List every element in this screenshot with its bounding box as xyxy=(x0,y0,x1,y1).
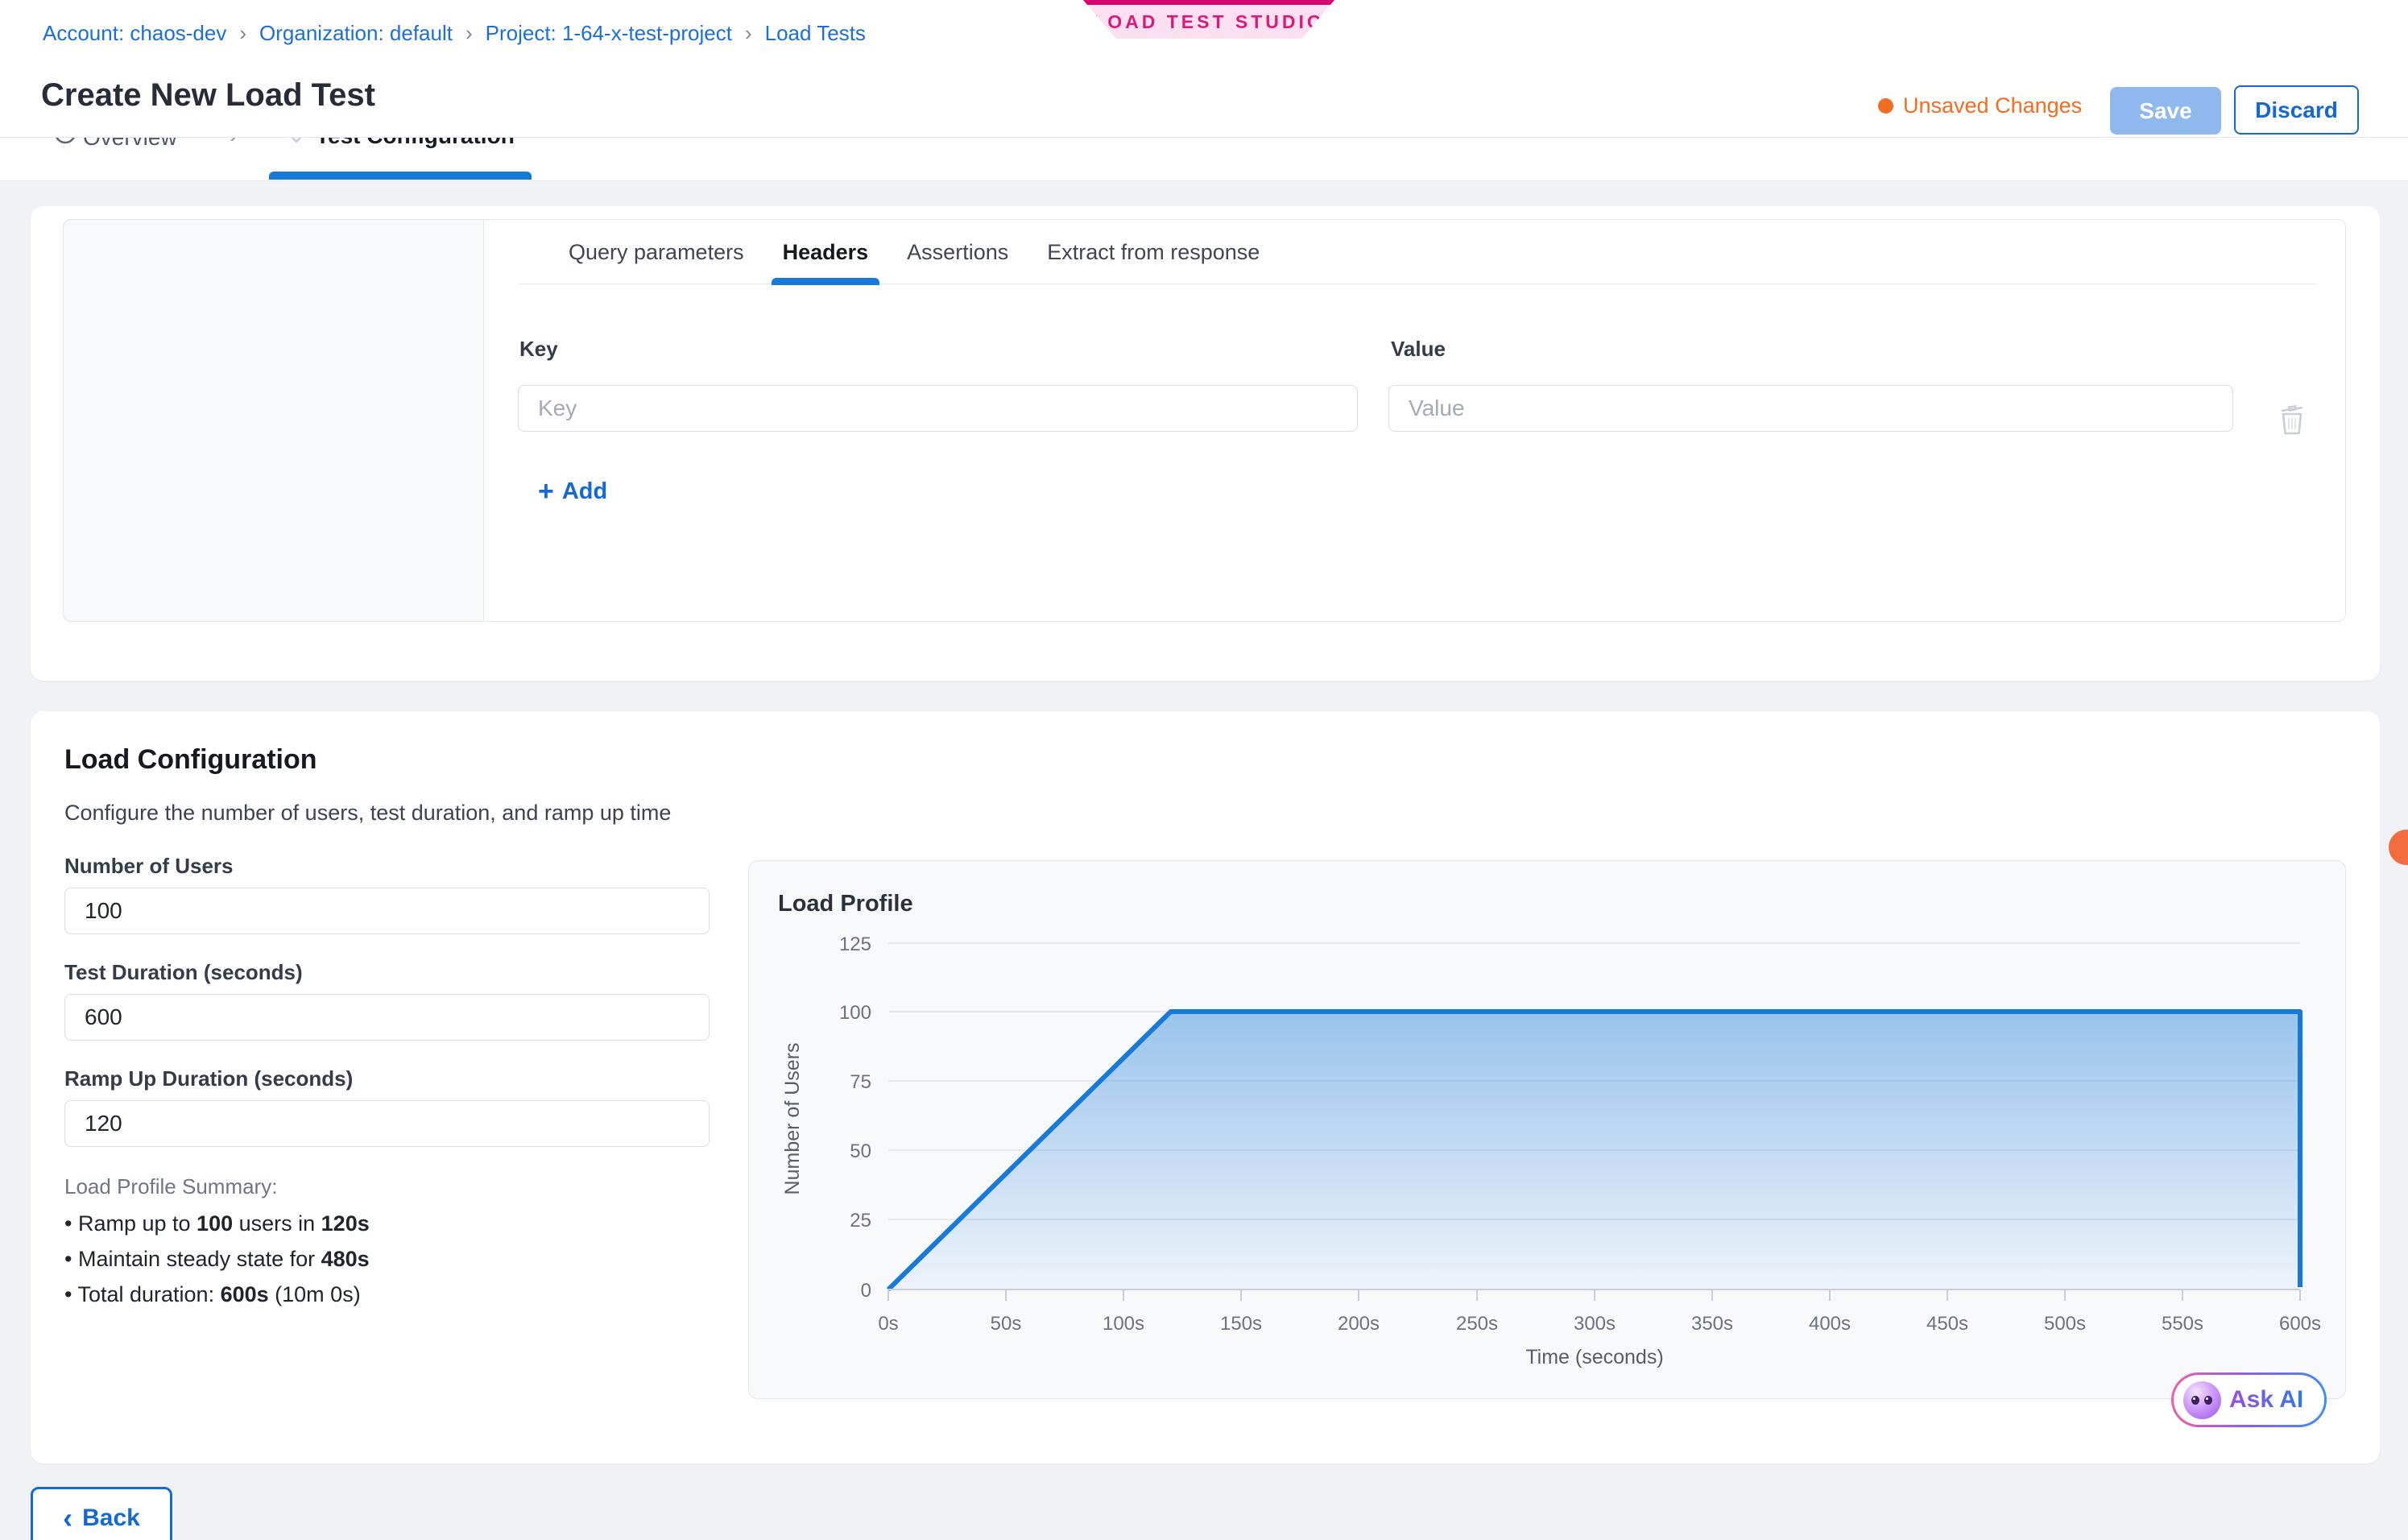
page-title: Create New Load Test xyxy=(41,77,375,114)
tab-query-parameters[interactable]: Query parameters xyxy=(557,220,755,284)
tab-assertions[interactable]: Assertions xyxy=(896,220,1020,284)
summary-bullet-ramp: • Ramp up to 100 users in 120s xyxy=(64,1211,370,1236)
load-test-studio-badge: LOAD TEST STUDIO xyxy=(1083,0,1334,39)
svg-text:25: 25 xyxy=(850,1210,871,1232)
delete-row-button[interactable] xyxy=(2276,401,2308,441)
header-key-input[interactable] xyxy=(518,385,1358,432)
request-list-sidebar[interactable] xyxy=(63,219,484,622)
svg-text:350s: 350s xyxy=(1691,1313,1733,1335)
load-profile-chart: Load Profile xyxy=(749,861,2347,1400)
ask-ai-button[interactable]: Ask AI xyxy=(2171,1372,2327,1427)
breadcrumb-project[interactable]: Project: 1-64-x-test-project xyxy=(486,21,732,46)
ask-ai-label: Ask AI xyxy=(2229,1386,2303,1414)
request-tabs: Query parameters Headers Assertions Extr… xyxy=(557,220,1271,284)
breadcrumb-organization[interactable]: Organization: default xyxy=(259,21,453,46)
ramp-up-duration-label: Ramp Up Duration (seconds) xyxy=(64,1066,353,1091)
svg-text:0s: 0s xyxy=(878,1313,898,1335)
x-axis-ticks xyxy=(888,1290,2300,1301)
key-column-label: Key xyxy=(519,337,558,362)
load-profile-summary-title: Load Profile Summary: xyxy=(64,1174,277,1199)
load-configuration-title: Load Configuration xyxy=(64,744,317,776)
y-axis-labels: 0 25 50 75 100 125 xyxy=(839,934,871,1302)
unsaved-dot-icon xyxy=(1878,98,1893,114)
badge-label: LOAD TEST STUDIO xyxy=(1093,11,1325,33)
tab-headers[interactable]: Headers xyxy=(772,220,880,284)
ai-mascot-icon xyxy=(2183,1381,2221,1419)
svg-text:600s: 600s xyxy=(2279,1313,2321,1335)
back-button[interactable]: ‹ Back xyxy=(31,1487,172,1540)
load-profile-chart-panel: Load Profile xyxy=(748,860,2346,1399)
svg-text:450s: 450s xyxy=(1926,1313,1968,1335)
edge-notification-dot[interactable] xyxy=(2389,830,2408,865)
svg-text:0: 0 xyxy=(861,1280,871,1302)
svg-text:250s: 250s xyxy=(1456,1313,1498,1335)
svg-text:75: 75 xyxy=(850,1071,871,1093)
chart-title: Load Profile xyxy=(778,891,913,917)
tab-extract-from-response[interactable]: Extract from response xyxy=(1036,220,1271,284)
page-header: Account: chaos-dev › Organization: defau… xyxy=(0,0,2408,138)
number-of-users-input[interactable] xyxy=(64,888,710,934)
unsaved-label: Unsaved Changes xyxy=(1903,93,2082,118)
header-value-input[interactable] xyxy=(1388,385,2233,432)
add-header-row-button[interactable]: + Add xyxy=(538,478,607,505)
discard-button[interactable]: Discard xyxy=(2234,85,2359,135)
svg-text:100: 100 xyxy=(839,1002,871,1024)
add-label: Add xyxy=(562,478,607,505)
unsaved-changes-status: Unsaved Changes xyxy=(1878,93,2082,118)
svg-text:550s: 550s xyxy=(2162,1313,2203,1335)
svg-text:50: 50 xyxy=(850,1141,871,1162)
svg-text:50s: 50s xyxy=(991,1313,1022,1335)
test-duration-input[interactable] xyxy=(64,994,710,1041)
active-tab-underline xyxy=(269,172,532,180)
test-duration-label: Test Duration (seconds) xyxy=(64,960,303,985)
svg-text:500s: 500s xyxy=(2044,1313,2086,1335)
breadcrumb-separator-icon: › xyxy=(465,21,473,46)
value-column-label: Value xyxy=(1391,337,1446,362)
number-of-users-label: Number of Users xyxy=(64,854,234,879)
svg-text:100s: 100s xyxy=(1103,1313,1144,1335)
plus-icon: + xyxy=(538,480,554,503)
breadcrumb: Account: chaos-dev › Organization: defau… xyxy=(43,21,866,46)
svg-text:125: 125 xyxy=(839,934,871,955)
back-chevron-icon: ‹ xyxy=(63,1506,72,1530)
save-button[interactable]: Save xyxy=(2110,87,2221,135)
breadcrumb-account[interactable]: Account: chaos-dev xyxy=(43,21,226,46)
ramp-up-duration-input[interactable] xyxy=(64,1100,710,1147)
x-axis-labels: 0s 50s 100s 150s 200s 250s 300s 350s 400… xyxy=(878,1313,2321,1335)
back-label: Back xyxy=(82,1505,140,1532)
svg-text:300s: 300s xyxy=(1574,1313,1616,1335)
app-window: Overview › Test Configuration Account: c… xyxy=(0,0,2408,1540)
summary-bullet-steady: • Maintain steady state for 480s xyxy=(64,1247,370,1272)
svg-text:400s: 400s xyxy=(1809,1313,1851,1335)
x-axis-title: Time (seconds) xyxy=(1525,1346,1663,1368)
breadcrumb-separator-icon: › xyxy=(239,21,246,46)
breadcrumb-separator-icon: › xyxy=(745,21,752,46)
load-configuration-subtitle: Configure the number of users, test dura… xyxy=(64,801,671,826)
svg-text:200s: 200s xyxy=(1338,1313,1380,1335)
breadcrumb-load-tests[interactable]: Load Tests xyxy=(765,21,866,46)
y-axis-title: Number of Users xyxy=(781,1043,804,1195)
summary-bullet-total: • Total duration: 600s (10m 0s) xyxy=(64,1282,361,1307)
chart-area-fill xyxy=(888,1012,2300,1290)
svg-text:150s: 150s xyxy=(1220,1313,1262,1335)
